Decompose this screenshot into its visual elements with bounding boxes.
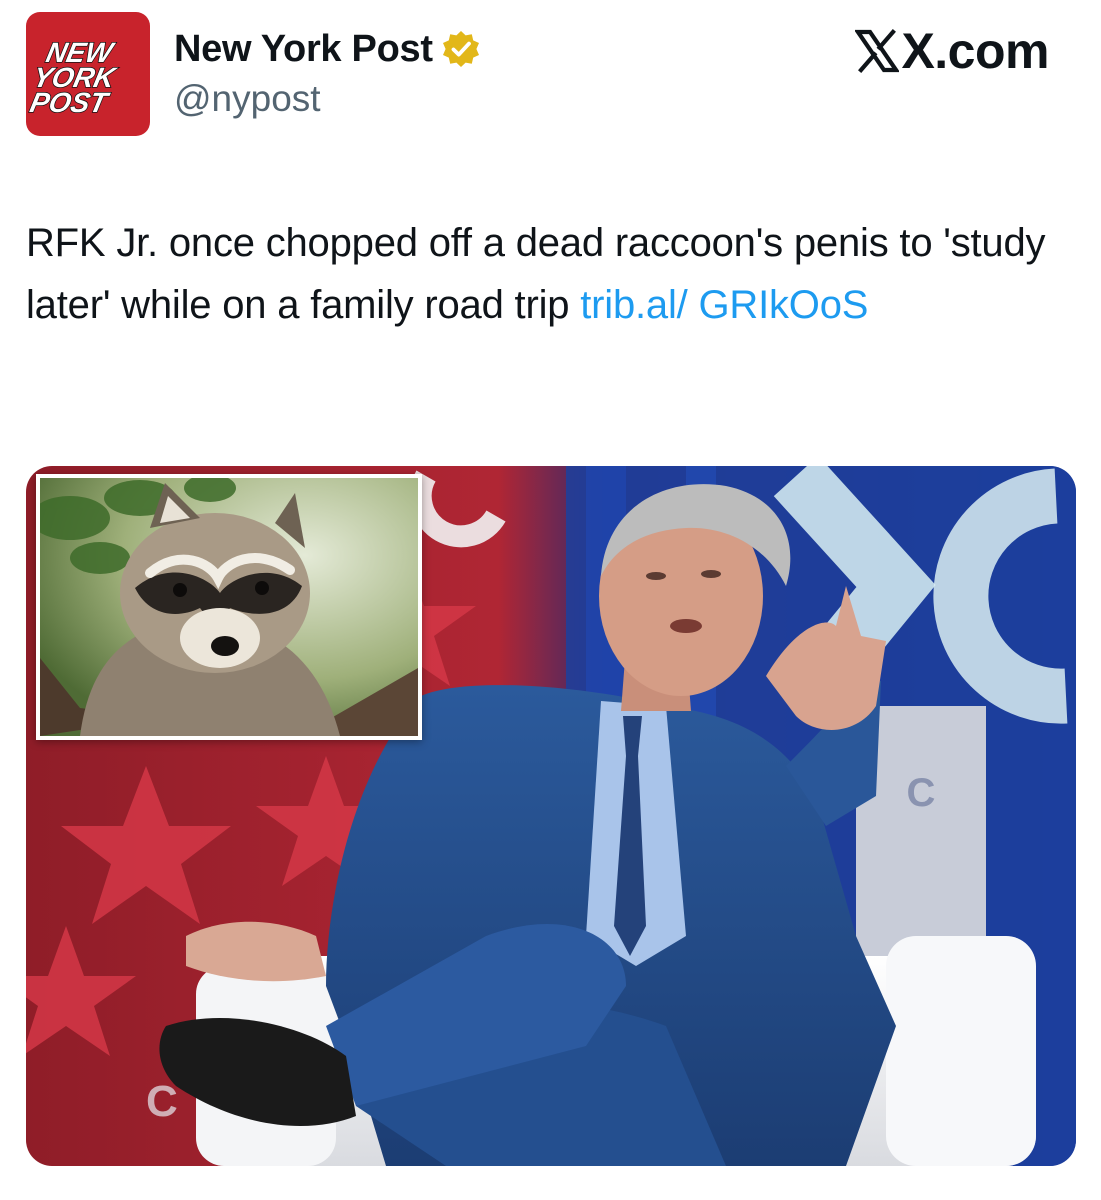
x-brand: X.com xyxy=(855,23,1049,79)
brand-label: X.com xyxy=(901,23,1049,79)
post-text: RFK Jr. once chopped off a dead raccoon'… xyxy=(26,212,1076,336)
post-body: RFK Jr. once chopped off a dead raccoon'… xyxy=(26,221,1046,327)
x-logo-icon xyxy=(855,29,900,73)
logo-line-3: POST xyxy=(27,86,113,118)
account-handle[interactable]: @nypost xyxy=(174,78,321,120)
display-name-text: New York Post xyxy=(174,27,433,70)
verified-badge-icon xyxy=(442,31,479,67)
raccoon-inset-photo xyxy=(36,474,422,740)
floor-letter: C xyxy=(146,1077,178,1126)
post-media[interactable]: C C xyxy=(26,466,1076,1166)
avatar[interactable]: NEW YORK POST xyxy=(26,12,150,136)
nypost-logo-icon: NEW YORK POST xyxy=(27,36,122,119)
display-name[interactable]: New York Post xyxy=(174,24,481,74)
backdrop-letter: C xyxy=(907,771,936,815)
post-link[interactable]: trib.al/ GRIkOoS xyxy=(580,283,868,327)
